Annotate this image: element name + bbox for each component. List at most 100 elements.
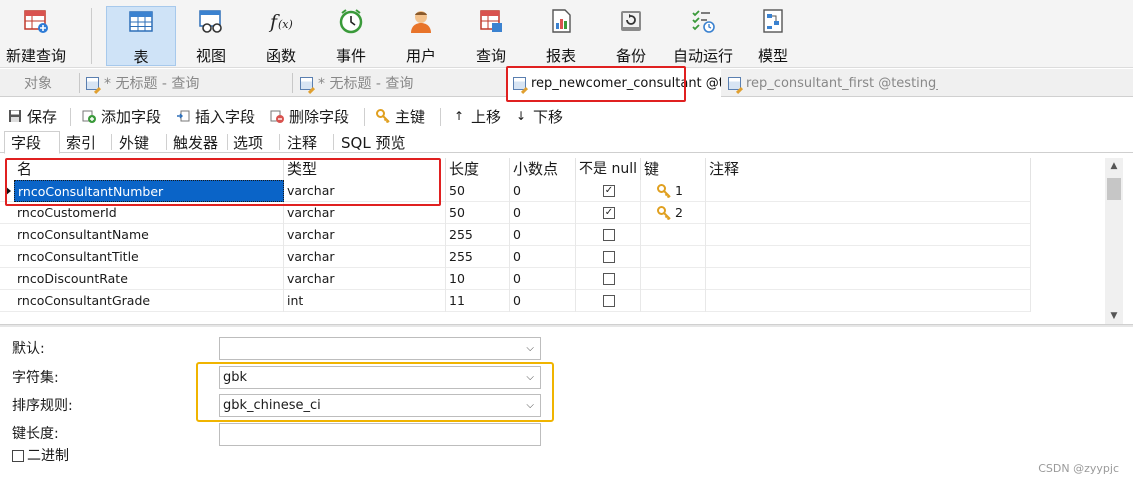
field-comment-cell[interactable] xyxy=(706,268,1031,290)
key-length-input[interactable] xyxy=(219,423,541,446)
field-decimals-cell[interactable]: 0 xyxy=(510,224,576,246)
auto-run-button[interactable]: 自动运行 xyxy=(668,6,738,66)
event-button[interactable]: 事件 xyxy=(326,6,376,66)
field-type-cell[interactable]: varchar xyxy=(284,246,446,268)
binary-checkbox[interactable] xyxy=(12,450,24,462)
field-name-cell[interactable]: rncoConsultantNumber xyxy=(14,180,284,202)
field-key-cell xyxy=(641,224,706,246)
column-header-type[interactable]: 类型 xyxy=(284,158,446,180)
scrollbar-thumb[interactable] xyxy=(1107,178,1121,200)
field-comment-cell[interactable] xyxy=(706,224,1031,246)
field-length-cell[interactable]: 10 xyxy=(446,268,510,290)
table-row[interactable]: rncoDiscountRate varchar 10 0 xyxy=(0,268,1031,290)
column-header-length[interactable]: 长度 xyxy=(446,158,510,180)
field-comment-cell[interactable] xyxy=(706,246,1031,268)
tab-comments[interactable]: 注释 xyxy=(281,131,333,153)
panel-splitter[interactable] xyxy=(0,324,1133,327)
function-button[interactable]: f (x) 函数 xyxy=(256,6,306,66)
tab-objects[interactable]: 对象 xyxy=(18,69,78,97)
model-icon xyxy=(759,8,787,34)
model-button[interactable]: 模型 xyxy=(748,6,798,66)
scroll-up-icon[interactable]: ▲ xyxy=(1105,158,1123,174)
field-type-cell[interactable]: varchar xyxy=(284,224,446,246)
primary-key-button[interactable]: 主键 xyxy=(376,105,425,127)
tab-separator xyxy=(279,134,280,150)
query-button[interactable]: 查询 xyxy=(466,6,516,66)
tab-foreign-keys[interactable]: 外键 xyxy=(113,131,167,153)
field-decimals-cell[interactable]: 0 xyxy=(510,180,576,202)
field-name-cell[interactable]: rncoConsultantName xyxy=(14,224,284,246)
chevron-down-icon[interactable]: ⌵ xyxy=(526,338,534,359)
table-row[interactable]: rncoConsultantName varchar 255 0 xyxy=(0,224,1031,246)
backup-button[interactable]: 备份 xyxy=(606,6,656,66)
field-name-cell[interactable]: rncoDiscountRate xyxy=(14,268,284,290)
tab-indexes[interactable]: 索引 xyxy=(60,131,112,153)
collation-select[interactable]: gbk_chinese_ci ⌵ xyxy=(219,394,541,417)
move-down-button[interactable]: ↓ 下移 xyxy=(514,105,563,127)
field-comment-cell[interactable] xyxy=(706,202,1031,224)
not-null-checkbox[interactable] xyxy=(603,251,615,263)
default-value-combobox[interactable]: ⌵ xyxy=(219,337,541,360)
key-order: 2 xyxy=(675,205,683,220)
field-length-cell[interactable]: 50 xyxy=(446,180,510,202)
tab-triggers[interactable]: 触发器 xyxy=(167,131,227,153)
field-length-cell[interactable]: 11 xyxy=(446,290,510,312)
field-type-cell[interactable]: int xyxy=(284,290,446,312)
tab-untitled-query-2[interactable]: * 无标题 - 查询 xyxy=(294,69,504,97)
field-type-cell[interactable]: varchar xyxy=(284,180,446,202)
table-row[interactable]: rncoConsultantNumber varchar 50 0 ✓ 1 xyxy=(0,180,1031,202)
table-row[interactable]: rncoConsultantGrade int 11 0 xyxy=(0,290,1031,312)
new-query-button[interactable]: 新建查询 xyxy=(2,6,70,66)
user-button[interactable]: 用户 xyxy=(396,6,446,66)
column-header-decimals[interactable]: 小数点 xyxy=(510,158,576,180)
not-null-checkbox[interactable]: ✓ xyxy=(603,207,615,219)
chevron-down-icon[interactable]: ⌵ xyxy=(526,367,534,388)
tab-fields[interactable]: 字段 xyxy=(4,131,60,154)
save-button[interactable]: 保存 xyxy=(8,105,57,127)
tab-rep-consultant-first[interactable]: rep_consultant_first @testing_... xyxy=(722,69,938,97)
field-decimals-cell[interactable]: 0 xyxy=(510,246,576,268)
field-comment-cell[interactable] xyxy=(706,290,1031,312)
field-name-cell[interactable]: rncoConsultantTitle xyxy=(14,246,284,268)
scroll-down-icon[interactable]: ▼ xyxy=(1105,308,1123,324)
tab-options[interactable]: 选项 xyxy=(227,131,279,153)
charset-select[interactable]: gbk ⌵ xyxy=(219,366,541,389)
tab-rep-newcomer-consultant[interactable]: rep_newcomer_consultant @te... xyxy=(507,69,721,97)
field-decimals-cell[interactable]: 0 xyxy=(510,268,576,290)
field-length-cell[interactable]: 255 xyxy=(446,246,510,268)
field-comment-cell[interactable] xyxy=(706,180,1031,202)
add-field-button[interactable]: 添加字段 xyxy=(82,105,161,127)
chevron-down-icon[interactable]: ⌵ xyxy=(526,395,534,416)
field-length-cell[interactable]: 255 xyxy=(446,224,510,246)
insert-field-button[interactable]: 插入字段 xyxy=(176,105,255,127)
field-name-cell[interactable]: rncoCustomerId xyxy=(14,202,284,224)
toolbar-separator xyxy=(70,108,71,126)
grid-header: 名 类型 长度 小数点 不是 null 键 注释 xyxy=(0,158,1031,180)
field-decimals-cell[interactable]: 0 xyxy=(510,290,576,312)
field-type-cell[interactable]: varchar xyxy=(284,202,446,224)
collation-label: 排序规则: xyxy=(12,398,73,414)
column-header-comment[interactable]: 注释 xyxy=(706,158,1031,180)
table-row[interactable]: rncoConsultantTitle varchar 255 0 xyxy=(0,246,1031,268)
not-null-checkbox[interactable] xyxy=(603,229,615,241)
column-header-name[interactable]: 名 xyxy=(14,158,284,180)
table-button[interactable]: 表 xyxy=(106,6,176,66)
move-up-button[interactable]: ↑ 上移 xyxy=(452,105,501,127)
column-header-key[interactable]: 键 xyxy=(641,158,706,180)
table-row[interactable]: rncoCustomerId varchar 50 0 ✓ 2 xyxy=(0,202,1031,224)
report-button[interactable]: 报表 xyxy=(536,6,586,66)
table-icon xyxy=(127,9,155,35)
field-decimals-cell[interactable]: 0 xyxy=(510,202,576,224)
field-name-cell[interactable]: rncoConsultantGrade xyxy=(14,290,284,312)
column-header-not-null[interactable]: 不是 null xyxy=(576,158,641,180)
not-null-checkbox[interactable] xyxy=(603,295,615,307)
tab-sql-preview[interactable]: SQL 预览 xyxy=(335,131,415,153)
view-button[interactable]: 视图 xyxy=(186,6,236,66)
grid-vertical-scrollbar[interactable]: ▲ ▼ xyxy=(1105,158,1123,324)
tab-untitled-query-1[interactable]: * 无标题 - 查询 xyxy=(80,69,290,97)
not-null-checkbox[interactable]: ✓ xyxy=(603,185,615,197)
field-length-cell[interactable]: 50 xyxy=(446,202,510,224)
not-null-checkbox[interactable] xyxy=(603,273,615,285)
field-type-cell[interactable]: varchar xyxy=(284,268,446,290)
delete-field-button[interactable]: 删除字段 xyxy=(270,105,349,127)
